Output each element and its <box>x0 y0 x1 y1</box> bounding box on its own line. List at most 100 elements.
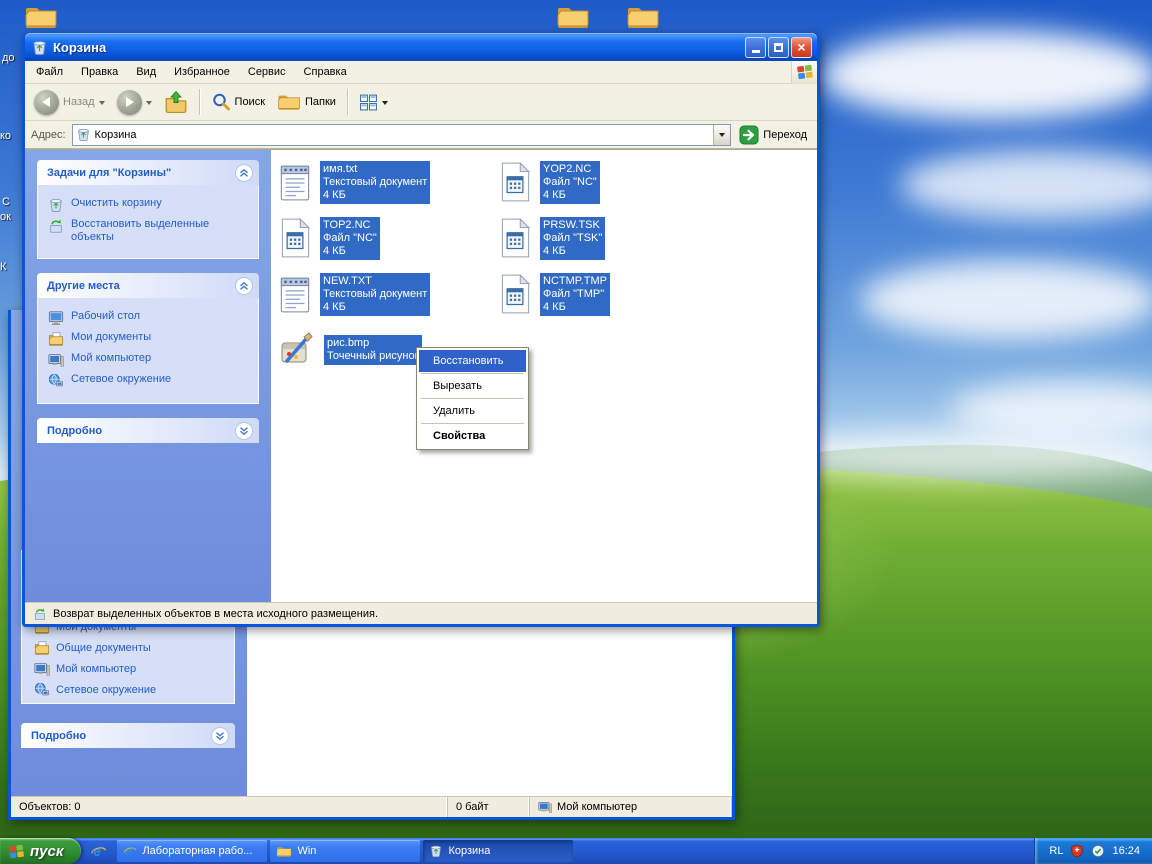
context-menu-delete[interactable]: Удалить <box>419 400 526 422</box>
menu-separator <box>421 398 524 399</box>
address-dropdown-button[interactable] <box>713 124 731 145</box>
menubar: Файл Правка Вид Избранное Сервис Справка <box>25 60 817 84</box>
desktop-folder-icon[interactable] <box>626 3 660 31</box>
sidebar-item-network[interactable]: Сетевое окружение <box>34 682 226 698</box>
file-tile[interactable]: PRSW.TSK Файл "TSK" 4 КБ <box>497 210 717 266</box>
toolbar: Назад Поиск Папки <box>25 84 817 121</box>
desktop-icon-label: ко <box>0 130 12 142</box>
sidebar-item-my-computer[interactable]: Мой компьютер <box>34 661 226 677</box>
generic-file-icon <box>497 273 533 315</box>
search-button[interactable]: Поиск <box>206 90 270 114</box>
context-menu-cut[interactable]: Вырезать <box>419 375 526 397</box>
file-type: Текстовый документ <box>323 287 428 300</box>
file-tile[interactable]: имя.txt Текстовый документ 4 КБ <box>277 154 497 210</box>
menu-file[interactable]: Файл <box>27 63 72 81</box>
my-computer-icon <box>48 352 64 368</box>
file-size: 4 КБ <box>323 300 346 313</box>
sidebar-item-desktop[interactable]: Рабочий стол <box>48 310 252 326</box>
menu-help[interactable]: Справка <box>295 63 356 81</box>
sidebar-item-shared-documents[interactable]: Общие документы <box>34 640 226 656</box>
up-button[interactable] <box>159 88 193 116</box>
close-icon: × <box>797 39 806 55</box>
minimize-button[interactable] <box>745 36 766 58</box>
bitmap-file-icon <box>277 329 317 371</box>
task-label: Очистить корзину <box>71 197 162 209</box>
language-indicator[interactable]: RL <box>1049 845 1063 857</box>
file-label: YOP2.NC Файл "NC" 4 КБ <box>540 160 600 204</box>
sidebar-item-label: Сетевое окружение <box>56 684 157 696</box>
sidebar-item-my-documents[interactable]: Мои документы <box>48 331 252 347</box>
details-header[interactable]: Подробно <box>37 418 259 443</box>
network-icon <box>48 373 64 389</box>
task-label: Восстановить выделенные объекты <box>71 218 210 243</box>
system-tray: RL 16:24 <box>1034 838 1152 864</box>
tray-status-icon[interactable] <box>1091 844 1105 858</box>
tray-shield-icon[interactable] <box>1070 844 1084 858</box>
sidebar-item-my-computer[interactable]: Мой компьютер <box>48 352 252 368</box>
statusbar: Возврат выделенных объектов в места исхо… <box>25 602 817 624</box>
close-button[interactable]: × <box>791 36 812 58</box>
status-size: 0 байт <box>448 797 530 817</box>
back-dropdown-icon <box>98 100 105 108</box>
folders-button[interactable]: Папки <box>272 90 341 114</box>
chevron-down-icon[interactable] <box>211 726 229 745</box>
file-type: Файл "NC" <box>543 175 597 188</box>
go-button[interactable]: Переход <box>739 125 811 145</box>
back-label: Назад <box>63 96 95 108</box>
cloud <box>860 260 1152 340</box>
empty-recycle-bin-link[interactable]: Очистить корзину <box>48 197 252 213</box>
file-label: PRSW.TSK Файл "TSK" 4 КБ <box>540 216 606 260</box>
file-tile[interactable]: YOP2.NC Файл "NC" 4 КБ <box>497 154 717 210</box>
taskbar-task-recycle-bin[interactable]: Корзина <box>423 840 574 862</box>
place-label: Мои документы <box>71 331 152 343</box>
search-icon <box>211 92 231 112</box>
file-list-area[interactable]: имя.txt Текстовый документ 4 КБ YOP2.NC … <box>271 150 817 602</box>
taskbar-task-win[interactable]: Win <box>270 840 421 862</box>
context-menu-restore[interactable]: Восстановить <box>419 350 526 372</box>
file-size: 4 КБ <box>543 244 566 257</box>
clock[interactable]: 16:24 <box>1112 845 1140 857</box>
titlebar[interactable]: Корзина × <box>25 33 817 61</box>
restore-items-link[interactable]: Восстановить выделенные объекты <box>48 218 252 244</box>
my-computer-icon <box>538 800 552 814</box>
desktop-icon <box>48 310 64 326</box>
details-title: Подробно <box>47 424 103 437</box>
minimize-icon <box>751 50 760 53</box>
chevron-down-icon[interactable] <box>235 421 253 440</box>
menu-view[interactable]: Вид <box>127 63 165 81</box>
chevron-up-icon[interactable] <box>235 276 253 295</box>
file-name: YOP2.NC <box>543 162 592 175</box>
views-button[interactable] <box>354 91 393 114</box>
file-label: имя.txt Текстовый документ 4 КБ <box>320 160 431 204</box>
back-button[interactable]: Назад <box>29 88 110 117</box>
sidebar-item-label: Общие документы <box>56 642 151 654</box>
recycle-bin-icon <box>76 127 91 142</box>
desktop-folder-icon[interactable] <box>24 3 58 31</box>
forward-button[interactable] <box>112 88 157 117</box>
file-tile[interactable]: TOP2.NC Файл "NC" 4 КБ <box>277 210 497 266</box>
sidebar-item-network[interactable]: Сетевое окружение <box>48 373 252 389</box>
desktop-icon-label: К <box>0 261 7 273</box>
quick-launch <box>81 838 116 864</box>
taskbar-task-lab-report[interactable]: Лабораторная рабо... <box>117 840 268 862</box>
other-places-header[interactable]: Другие места <box>37 273 259 298</box>
address-combobox[interactable]: Корзина <box>71 123 732 146</box>
details-panel-header[interactable]: Подробно <box>21 723 235 748</box>
file-label: TOP2.NC Файл "NC" 4 КБ <box>320 216 380 260</box>
chevron-up-icon[interactable] <box>235 163 253 182</box>
menu-favorites[interactable]: Избранное <box>165 63 239 81</box>
file-tile[interactable]: NEW.TXT Текстовый документ 4 КБ <box>277 266 497 322</box>
menu-edit[interactable]: Правка <box>72 63 127 81</box>
menu-tools[interactable]: Сервис <box>239 63 295 81</box>
recycle-tasks-header[interactable]: Задачи для "Корзины" <box>37 160 259 185</box>
context-menu-properties[interactable]: Свойства <box>419 425 526 447</box>
desktop-folder-icon[interactable] <box>556 3 590 31</box>
file-tile[interactable]: NCTMP.TMP Файл "TMP" 4 КБ <box>497 266 717 322</box>
internet-explorer-icon[interactable] <box>90 843 107 860</box>
file-type: Файл "TMP" <box>543 287 605 300</box>
start-button[interactable]: пуск <box>0 838 82 864</box>
status-text: Возврат выделенных объектов в места исхо… <box>53 607 379 620</box>
folders-label: Папки <box>305 96 336 108</box>
file-label: NEW.TXT Текстовый документ 4 КБ <box>320 272 431 316</box>
maximize-button[interactable] <box>768 36 789 58</box>
